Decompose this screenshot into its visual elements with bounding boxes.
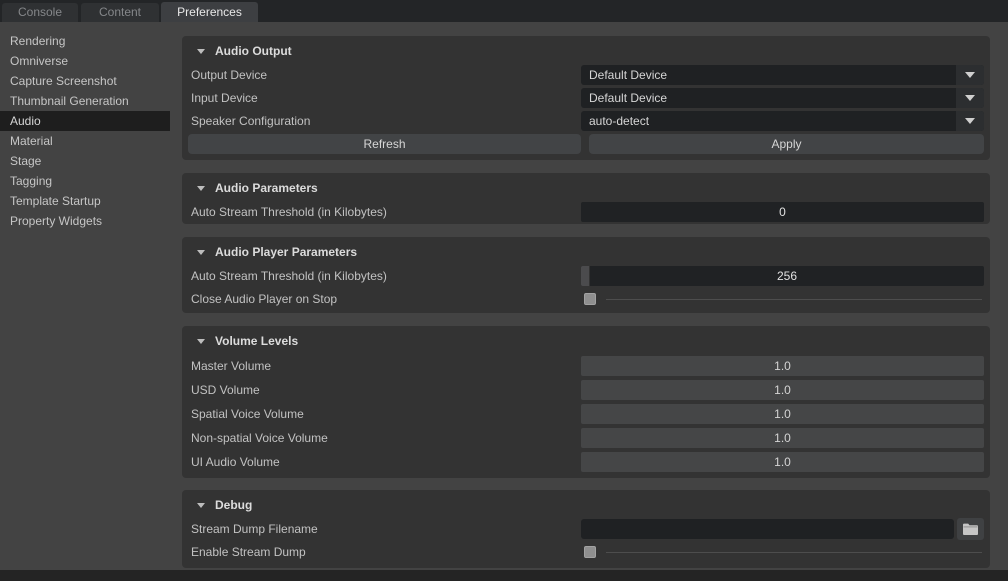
section-title: Audio Player Parameters (215, 245, 357, 259)
refresh-button[interactable]: Refresh (188, 134, 581, 154)
section-debug: Debug Stream Dump Filename Enable Stream… (182, 490, 990, 568)
field-label: Master Volume (188, 359, 581, 373)
section-audio-output: Audio Output Output Device Default Devic… (182, 36, 990, 160)
sidebar-item-omniverse[interactable]: Omniverse (0, 51, 170, 71)
field-label: Stream Dump Filename (188, 522, 581, 536)
row-usd-volume: USD Volume 1.0 (188, 380, 984, 400)
folder-icon (963, 523, 978, 535)
drag-handle[interactable] (581, 266, 589, 286)
sidebar-item-stage[interactable]: Stage (0, 151, 170, 171)
sidebar-item-audio[interactable]: Audio (0, 111, 170, 131)
chevron-down-icon[interactable] (956, 88, 984, 108)
usd-volume-slider[interactable]: 1.0 (581, 380, 984, 400)
input-device-dropdown[interactable]: Default Device (581, 88, 984, 108)
row-non-spatial-voice-volume: Non-spatial Voice Volume 1.0 (188, 428, 984, 448)
row-input-device: Input Device Default Device (188, 88, 984, 108)
row-spatial-voice-volume: Spatial Voice Volume 1.0 (188, 404, 984, 424)
field-label: UI Audio Volume (188, 455, 581, 469)
audio-output-buttons: Refresh Apply (188, 134, 984, 154)
window-bottom-edge (0, 570, 1008, 581)
field-label: Auto Stream Threshold (in Kilobytes) (188, 269, 581, 283)
section-title: Debug (215, 498, 252, 512)
collapse-triangle-icon (197, 49, 205, 54)
sidebar-item-rendering[interactable]: Rendering (0, 31, 170, 51)
section-audio-parameters: Audio Parameters Auto Stream Threshold (… (182, 173, 990, 224)
field-label: Spatial Voice Volume (188, 407, 581, 421)
sidebar-item-tagging[interactable]: Tagging (0, 171, 170, 191)
close-audio-player-checkbox[interactable] (584, 293, 596, 305)
preferences-sidebar: Rendering Omniverse Capture Screenshot T… (0, 22, 176, 570)
browse-folder-button[interactable] (957, 518, 984, 540)
collapse-triangle-icon (197, 503, 205, 508)
section-title: Volume Levels (215, 334, 298, 348)
collapse-triangle-icon (197, 339, 205, 344)
section-header-audio-parameters[interactable]: Audio Parameters (188, 177, 984, 199)
row-close-audio-player-on-stop: Close Audio Player on Stop (188, 289, 984, 309)
row-player-auto-stream-threshold: Auto Stream Threshold (in Kilobytes) 256 (188, 266, 984, 286)
output-device-dropdown[interactable]: Default Device (581, 65, 984, 85)
section-header-audio-output[interactable]: Audio Output (188, 40, 984, 62)
row-ui-audio-volume: UI Audio Volume 1.0 (188, 452, 984, 472)
dropdown-selected-value: auto-detect (581, 114, 956, 128)
speaker-configuration-dropdown[interactable]: auto-detect (581, 111, 984, 131)
tab-preferences[interactable]: Preferences (161, 2, 258, 22)
row-master-volume: Master Volume 1.0 (188, 356, 984, 376)
row-speaker-configuration: Speaker Configuration auto-detect (188, 111, 984, 131)
field-label: Close Audio Player on Stop (188, 292, 581, 306)
field-label: Output Device (188, 68, 581, 82)
field-label: Non-spatial Voice Volume (188, 431, 581, 445)
field-label: USD Volume (188, 383, 581, 397)
non-spatial-voice-volume-slider[interactable]: 1.0 (581, 428, 984, 448)
section-volume-levels: Volume Levels Master Volume 1.0 USD Volu… (182, 326, 990, 478)
field-label: Enable Stream Dump (188, 545, 581, 559)
master-volume-slider[interactable]: 1.0 (581, 356, 984, 376)
collapse-triangle-icon (197, 186, 205, 191)
sidebar-item-material[interactable]: Material (0, 131, 170, 151)
apply-button[interactable]: Apply (589, 134, 984, 154)
tab-bar: Console Content Preferences (0, 0, 1008, 22)
row-output-device: Output Device Default Device (188, 65, 984, 85)
section-title: Audio Output (215, 44, 292, 58)
row-stream-dump-filename: Stream Dump Filename (188, 519, 984, 539)
section-header-debug[interactable]: Debug (188, 494, 984, 516)
spatial-voice-volume-slider[interactable]: 1.0 (581, 404, 984, 424)
field-label: Auto Stream Threshold (in Kilobytes) (188, 205, 581, 219)
sidebar-item-thumbnail-generation[interactable]: Thumbnail Generation (0, 91, 170, 111)
enable-stream-dump-checkbox[interactable] (584, 546, 596, 558)
tab-content[interactable]: Content (81, 3, 159, 22)
sidebar-item-property-widgets[interactable]: Property Widgets (0, 211, 170, 231)
field-label: Input Device (188, 91, 581, 105)
section-header-audio-player-parameters[interactable]: Audio Player Parameters (188, 241, 984, 263)
player-auto-stream-threshold-input[interactable]: 256 (590, 266, 984, 286)
row-auto-stream-threshold: Auto Stream Threshold (in Kilobytes) 0 (188, 202, 984, 222)
sidebar-item-template-startup[interactable]: Template Startup (0, 191, 170, 211)
field-label: Speaker Configuration (188, 114, 581, 128)
section-title: Audio Parameters (215, 181, 318, 195)
chevron-down-icon[interactable] (956, 65, 984, 85)
chevron-down-icon[interactable] (956, 111, 984, 131)
sidebar-item-capture-screenshot[interactable]: Capture Screenshot (0, 71, 170, 91)
auto-stream-threshold-input[interactable]: 0 (581, 202, 984, 222)
dropdown-selected-value: Default Device (581, 68, 956, 82)
collapse-triangle-icon (197, 250, 205, 255)
section-audio-player-parameters: Audio Player Parameters Auto Stream Thre… (182, 237, 990, 313)
field-divider (606, 552, 982, 553)
tab-console[interactable]: Console (2, 3, 78, 22)
dropdown-selected-value: Default Device (581, 91, 956, 105)
stream-dump-filename-input[interactable] (581, 519, 954, 539)
ui-audio-volume-slider[interactable]: 1.0 (581, 452, 984, 472)
section-header-volume-levels[interactable]: Volume Levels (188, 330, 984, 352)
field-divider (606, 299, 982, 300)
row-enable-stream-dump: Enable Stream Dump (188, 542, 984, 562)
